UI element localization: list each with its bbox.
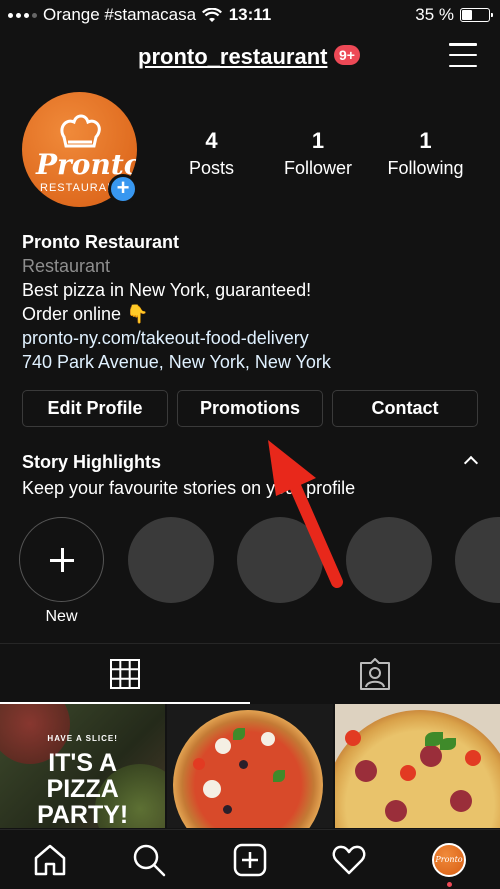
post-thumbnail[interactable] <box>334 704 500 828</box>
posts-grid: HAVE A SLICE! IT'S A PIZZA PARTY! <box>0 704 500 828</box>
add-story-button[interactable]: + <box>108 174 138 204</box>
highlight-placeholder <box>128 517 214 603</box>
battery-percent: 35 % <box>415 5 454 24</box>
website-link[interactable]: pronto-ny.com/takeout-food-delivery <box>22 326 331 350</box>
posts-label: Posts <box>188 158 235 178</box>
new-highlight-label: New <box>45 608 78 625</box>
bio-line-1: Best pizza in New York, guaranteed! <box>22 280 312 300</box>
following-label: Following <box>387 158 464 178</box>
edit-profile-button[interactable]: Edit Profile <box>22 390 168 427</box>
heart-icon[interactable] <box>331 842 367 878</box>
search-icon[interactable] <box>131 842 167 878</box>
highlights-subtitle: Keep your favourite stories on your prof… <box>22 478 356 498</box>
profile-header: pronto_restaurant 9+ <box>0 36 500 76</box>
bio-line-2: Order online 👇 <box>22 304 149 324</box>
followers-label: Follower <box>283 158 353 178</box>
tab-tagged[interactable] <box>250 644 500 704</box>
post-thumbnail[interactable]: HAVE A SLICE! IT'S A PIZZA PARTY! <box>0 704 166 828</box>
profile-bio: Pronto Restaurant Restaurant Best pizza … <box>22 230 331 374</box>
menu-icon[interactable] <box>449 43 477 67</box>
tagged-icon <box>360 658 390 690</box>
following-count: 1 <box>419 128 432 153</box>
mini-avatar-text: Pronto <box>435 855 463 864</box>
grid-icon <box>110 659 140 689</box>
post-headline: IT'S A PIZZA PARTY! <box>0 750 165 828</box>
pizza-image <box>334 710 500 828</box>
post-thumbnail[interactable] <box>167 704 333 828</box>
post-kicker: HAVE A SLICE! <box>47 734 118 743</box>
profile-category: Restaurant <box>22 256 111 276</box>
profile-stats: 4 Posts 1 Follower 1 Following <box>160 128 490 179</box>
status-right: 35 % <box>415 5 493 25</box>
followers-count: 1 <box>311 128 325 153</box>
highlights-title: Story Highlights <box>22 452 161 472</box>
bottom-navigation: Pronto <box>0 829 500 889</box>
post-headline-line: PARTY! <box>37 801 129 828</box>
new-highlight-button[interactable] <box>19 517 104 602</box>
profile-name: Pronto Restaurant <box>22 232 180 252</box>
profile-tabs <box>0 643 500 704</box>
highlight-placeholder <box>346 517 432 603</box>
post-headline-line: PIZZA <box>46 775 119 803</box>
chevron-up-icon[interactable] <box>463 455 479 471</box>
promotions-button[interactable]: Promotions <box>177 390 323 427</box>
contact-button[interactable]: Contact <box>332 390 478 427</box>
new-post-icon[interactable] <box>232 842 268 878</box>
stat-followers[interactable]: 1 Follower <box>263 128 373 179</box>
tab-grid[interactable] <box>0 644 250 704</box>
profile-tab-avatar[interactable]: Pronto <box>432 843 466 877</box>
highlight-placeholder <box>455 517 500 603</box>
highlight-placeholder <box>237 517 323 603</box>
notification-badge[interactable]: 9+ <box>334 45 360 65</box>
status-bar: Orange #stamacasa 13:11 35 % <box>0 0 500 30</box>
post-headline-line: IT'S A <box>48 749 118 777</box>
username-switcher[interactable]: pronto_restaurant <box>138 44 327 70</box>
battery-icon <box>460 8 493 22</box>
posts-count: 4 <box>205 128 218 153</box>
stat-posts[interactable]: 4 Posts <box>160 128 263 179</box>
activity-dot <box>447 882 452 887</box>
pizza-image <box>173 710 324 828</box>
address-link[interactable]: 740 Park Avenue, New York, New York <box>22 350 331 374</box>
home-icon[interactable] <box>32 842 68 878</box>
stat-following[interactable]: 1 Following <box>373 128 478 179</box>
